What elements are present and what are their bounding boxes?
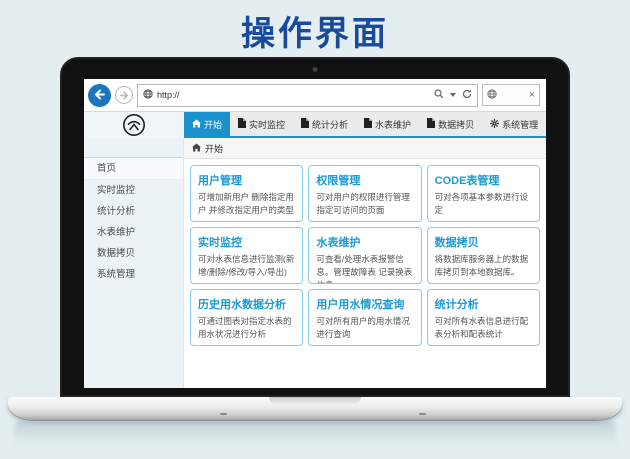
tab-label: 统计分析 — [312, 118, 348, 131]
main-panel: 开始 用户管理 可增加新用户 删除指定用户 并修改指定用户的类型 权限管理 可对… — [184, 138, 546, 388]
laptop-foot — [220, 413, 227, 415]
cards-grid: 用户管理 可增加新用户 删除指定用户 并修改指定用户的类型 权限管理 可对用户的… — [184, 159, 546, 352]
breadcrumb-label: 开始 — [205, 142, 223, 155]
page-icon — [427, 118, 435, 130]
home-icon — [192, 119, 201, 130]
laptop-lid-notch — [269, 397, 361, 405]
card-code-table-management[interactable]: CODE表管理 可对各项基本参数进行设定 — [427, 165, 540, 222]
sidebar: 首页 实时监控 统计分析 水表维护 数据拷贝 系统管理 — [84, 138, 184, 388]
card-statistics[interactable]: 统计分析 可对所有水表信息进行配表分析和配表统计 — [427, 289, 540, 346]
forward-arrow-icon — [120, 88, 129, 103]
card-title: 用户管理 — [198, 172, 295, 188]
laptop-base — [8, 397, 622, 420]
url-text: http:// — [157, 90, 430, 100]
card-title: 水表维护 — [316, 234, 413, 250]
card-desc: 可对所有用户的用水情况进行查询 — [316, 315, 413, 341]
tab-label: 实时监控 — [249, 118, 285, 131]
address-bar-actions — [434, 86, 472, 104]
breadcrumb: 开始 — [184, 138, 546, 159]
card-title: 权限管理 — [316, 172, 413, 188]
content-row: 首页 实时监控 统计分析 水表维护 数据拷贝 系统管理 开始 — [84, 138, 546, 388]
card-history-water-analysis[interactable]: 历史用水数据分析 可通过图表对指定水表的用水状况进行分析 — [190, 289, 303, 346]
laptop-bezel: http:// × — [60, 57, 570, 397]
brand-logo — [84, 112, 184, 138]
sidebar-item-meter-maintenance[interactable]: 水表维护 — [84, 222, 183, 243]
page-icon — [301, 118, 309, 130]
card-meter-maintenance[interactable]: 水表维护 可查看/处理水表报警信息。管理故障表 记录换表信息。 — [308, 227, 421, 284]
card-desc: 可查看/处理水表报警信息。管理故障表 记录换表信息。 — [316, 253, 413, 284]
webcam-icon — [313, 67, 318, 72]
page-icon — [364, 118, 372, 130]
card-realtime-monitor[interactable]: 实时监控 可对水表信息进行监测(新增/删除/修改/导入/导出) — [190, 227, 303, 284]
tab-label: 开始 — [204, 118, 222, 131]
page-icon — [238, 118, 246, 130]
screen-content: http:// × — [84, 79, 546, 388]
page-title: 操作界面 — [0, 6, 630, 55]
card-title: 用户用水情况查询 — [316, 296, 413, 312]
refresh-icon[interactable] — [462, 86, 472, 104]
laptop-foot — [419, 413, 426, 415]
back-arrow-icon — [94, 88, 105, 103]
tab-meter-maintenance[interactable]: 水表维护 — [356, 112, 419, 136]
card-desc: 可对用户的权限进行管理 指定可访问的页面 — [316, 191, 413, 217]
tab-statistics[interactable]: 统计分析 — [293, 112, 356, 136]
sidebar-item-realtime-monitor[interactable]: 实时监控 — [84, 180, 183, 201]
card-desc: 可通过图表对指定水表的用水状况进行分析 — [198, 315, 295, 341]
browser-toolbar: http:// × — [84, 79, 546, 112]
card-permission-management[interactable]: 权限管理 可对用户的权限进行管理 指定可访问的页面 — [308, 165, 421, 222]
card-title: 统计分析 — [435, 296, 532, 312]
card-title: CODE表管理 — [435, 172, 532, 188]
globe-icon — [487, 86, 497, 104]
tab-data-copy[interactable]: 数据拷贝 — [419, 112, 482, 136]
card-desc: 将数据库服务器上的数据库拷贝到本地数据库。 — [435, 253, 532, 279]
sidebar-item-statistics[interactable]: 统计分析 — [84, 201, 183, 222]
card-title: 数据拷贝 — [435, 234, 532, 250]
sidebar-item-data-copy[interactable]: 数据拷贝 — [84, 243, 183, 264]
tab-label: 水表维护 — [375, 118, 411, 131]
gear-icon — [490, 119, 499, 130]
tab-home[interactable]: 开始 — [184, 112, 230, 136]
tab-label: 系统管理 — [502, 118, 538, 131]
browser-tab[interactable]: × — [482, 84, 540, 106]
card-user-management[interactable]: 用户管理 可增加新用户 删除指定用户 并修改指定用户的类型 — [190, 165, 303, 222]
browser-forward-button[interactable] — [115, 86, 133, 104]
card-desc: 可增加新用户 删除指定用户 并修改指定用户的类型 — [198, 191, 295, 217]
caret-down-icon[interactable] — [450, 93, 456, 97]
magnifier-icon[interactable] — [434, 86, 444, 104]
address-bar[interactable]: http:// — [137, 84, 478, 107]
sidebar-item-home[interactable]: 首页 — [84, 157, 183, 180]
card-user-usage-query[interactable]: 用户用水情况查询 可对所有用户的用水情况进行查询 — [308, 289, 421, 346]
browser-back-button[interactable] — [88, 84, 111, 107]
globe-icon — [143, 86, 153, 104]
card-desc: 可对各项基本参数进行设定 — [435, 191, 532, 217]
card-title: 实时监控 — [198, 234, 295, 250]
home-icon — [192, 143, 201, 154]
tab-system-management[interactable]: 系统管理 — [482, 112, 546, 136]
page-background: 操作界面 http — [0, 0, 630, 459]
card-desc: 可对所有水表信息进行配表分析和配表统计 — [435, 315, 532, 341]
card-data-copy[interactable]: 数据拷贝 将数据库服务器上的数据库拷贝到本地数据库。 — [427, 227, 540, 284]
tab-realtime-monitor[interactable]: 实时监控 — [230, 112, 293, 136]
sidebar-item-system-management[interactable]: 系统管理 — [84, 264, 183, 285]
card-title: 历史用水数据分析 — [198, 296, 295, 312]
laptop-reflection — [14, 421, 616, 455]
close-icon[interactable]: × — [529, 90, 535, 101]
card-desc: 可对水表信息进行监测(新增/删除/修改/导入/导出) — [198, 253, 295, 279]
app-nav-tabs: 开始 实时监控 统计分析 — [184, 112, 546, 138]
tab-label: 数据拷贝 — [438, 118, 474, 131]
app-header: 开始 实时监控 统计分析 — [84, 112, 546, 138]
